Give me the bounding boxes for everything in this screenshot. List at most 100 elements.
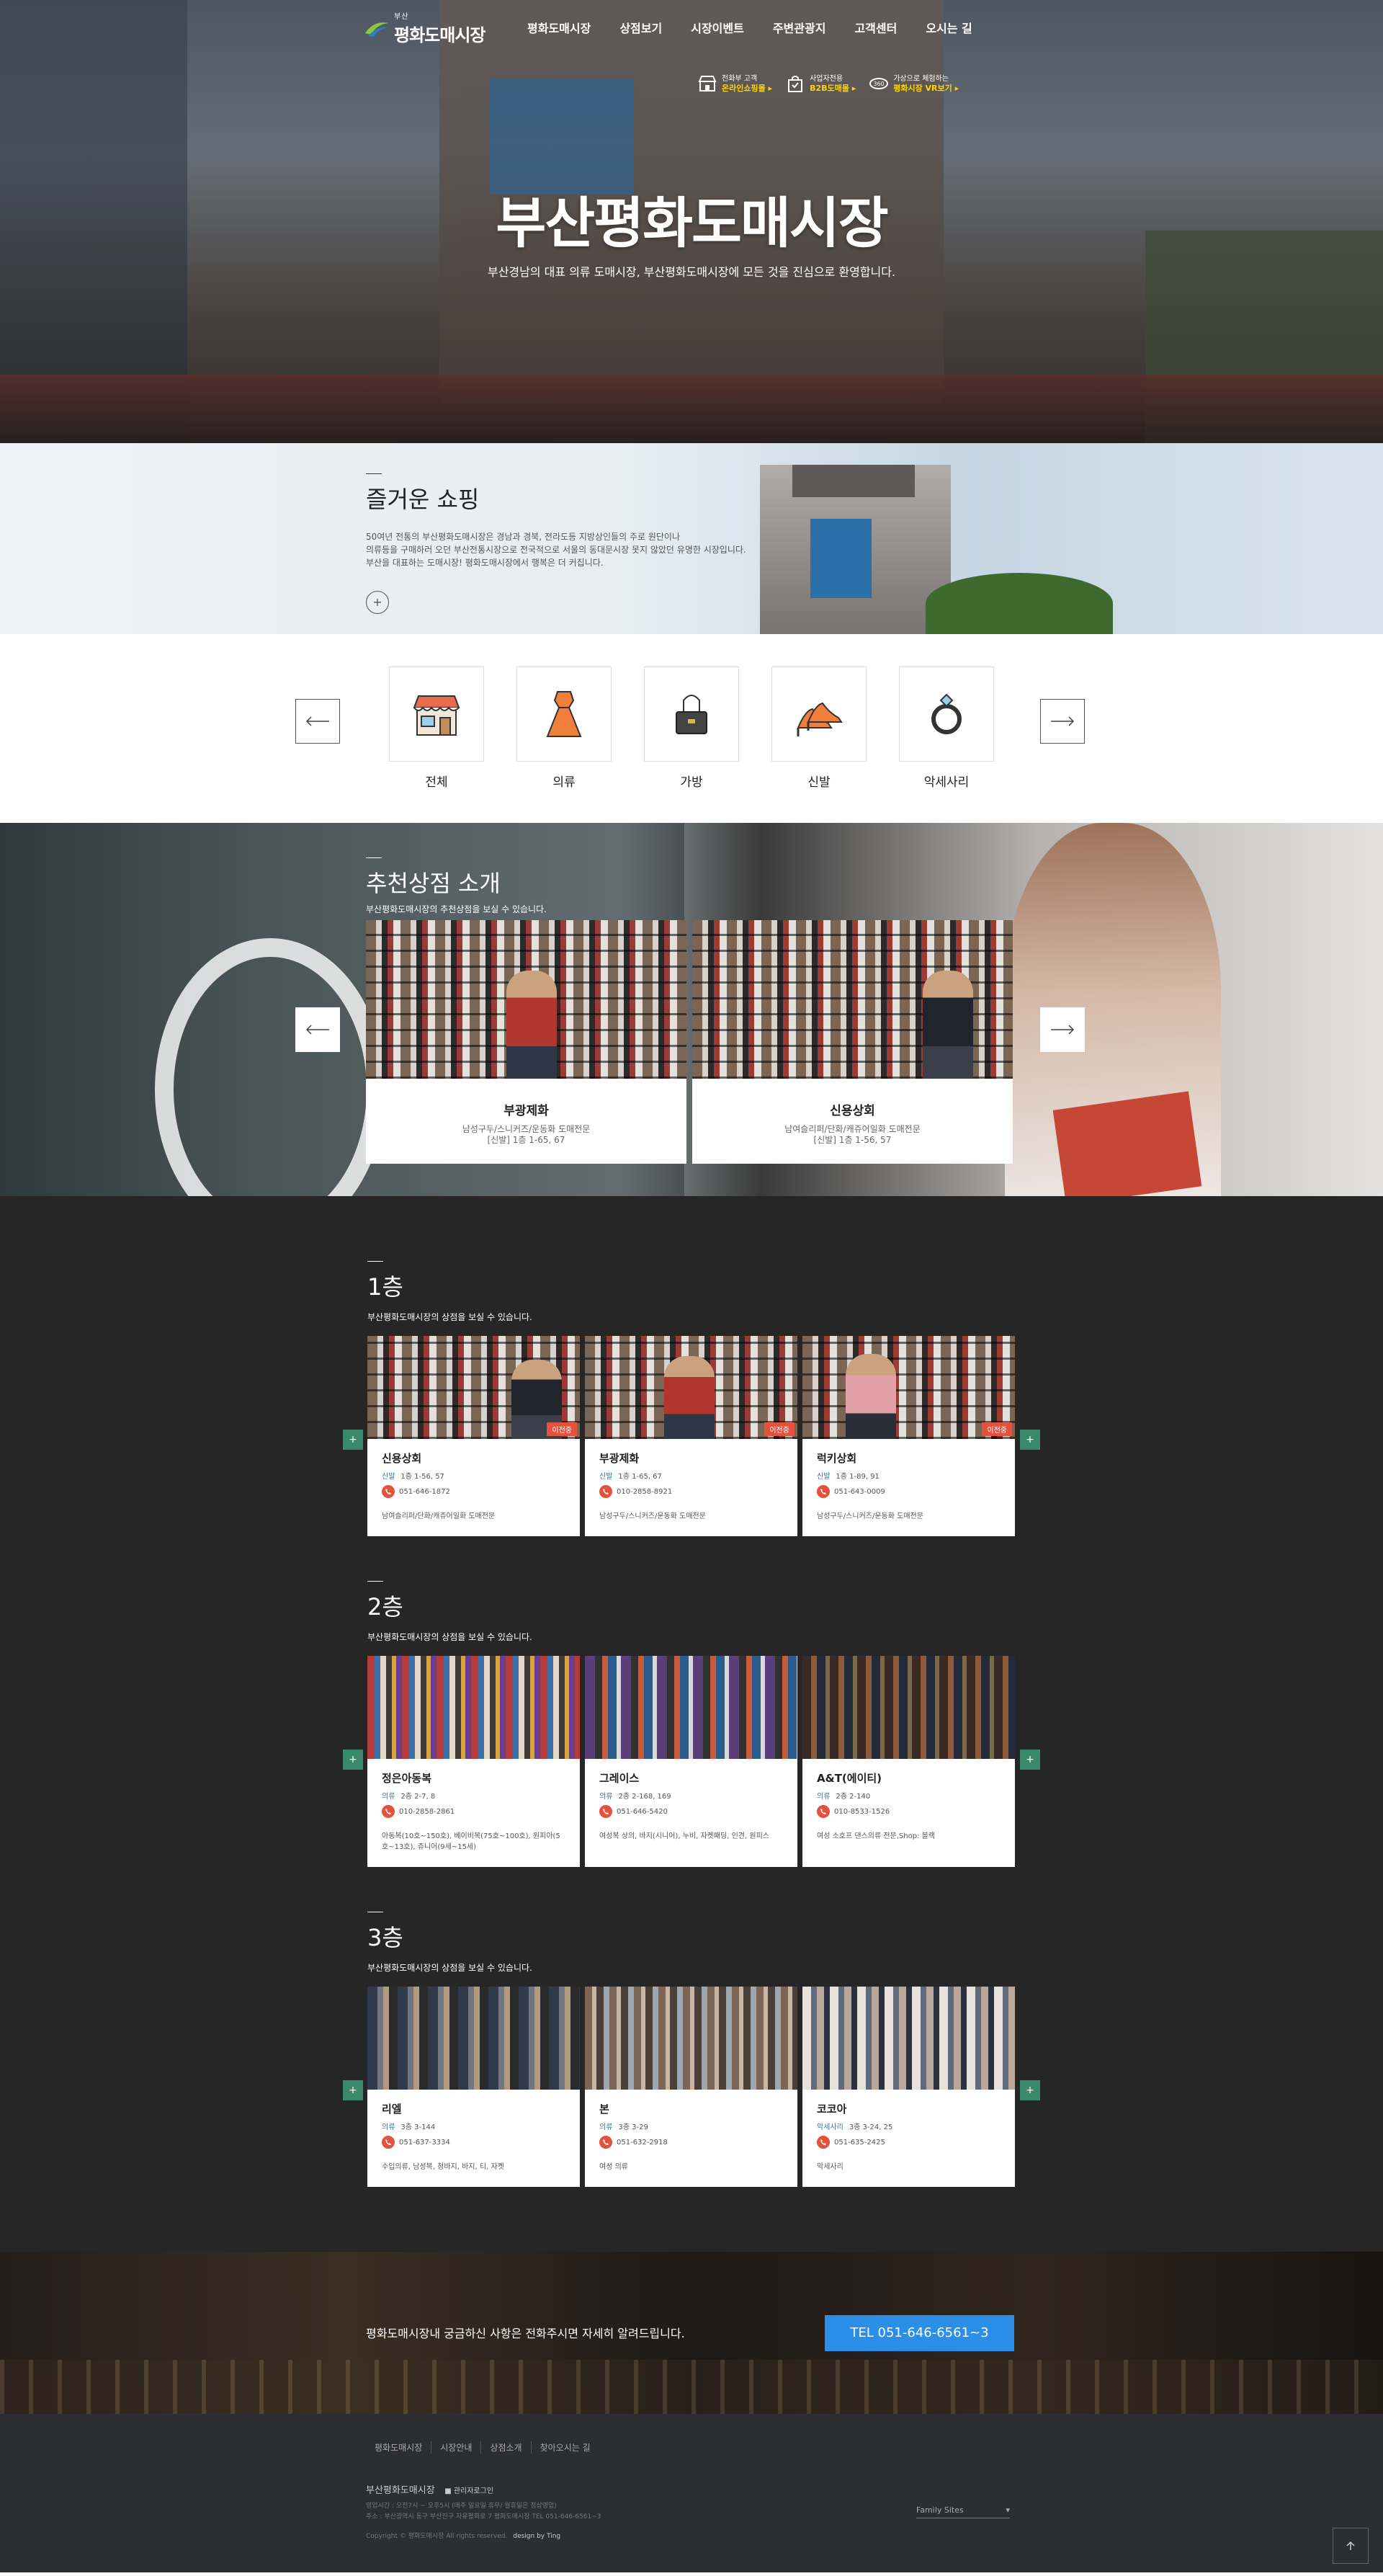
- phone-icon: [382, 1485, 395, 1498]
- quick-b2b-mall[interactable]: 사업자전용 B2B도매몰 ▸: [785, 73, 856, 94]
- category-clothing-box: [516, 667, 612, 762]
- shop-card[interactable]: A&T(에이티) 의류 2층 2-140 010-8533-1526 여성 소호프…: [802, 1656, 1015, 1867]
- status-badge: 이전중: [764, 1422, 795, 1436]
- quick-links: 전화부 고객 온라인쇼핑몰 ▸ 사업자전용 B2B도매몰 ▸ 360 가상으로 체험…: [697, 73, 959, 94]
- admin-login-link[interactable]: ■ 관리자로그인: [444, 2487, 493, 2495]
- shopping-trees: [926, 573, 1113, 634]
- nav-support[interactable]: 고객센터: [854, 19, 897, 36]
- shopping-more-button[interactable]: +: [366, 591, 389, 614]
- shop-category: 의류: [817, 1793, 831, 1801]
- shopping-section: 즐거운 쇼핑 50여년 전통의 부산평화도매시장은 경남과 경북, 전라도등 지…: [0, 443, 1383, 634]
- reco-card[interactable]: 신용상회 남여슬리퍼/단화/캐쥬어일화 도매전문 [신발] 1층 1-56, 5…: [692, 920, 1013, 1164]
- shop-tel[interactable]: 051-646-1872: [382, 1485, 565, 1498]
- shop-tel-number: 051-635-2425: [834, 2138, 885, 2147]
- shop-photo: [367, 1987, 580, 2090]
- shop-photo: [367, 1656, 580, 1759]
- floor-prev-button[interactable]: +: [343, 1750, 363, 1770]
- heels-icon: [797, 702, 843, 736]
- logo-text: 부산 평화도매시장: [394, 10, 485, 46]
- shop-tel[interactable]: 051-637-3334: [382, 2136, 565, 2149]
- shop-photo: [692, 920, 1013, 1079]
- category-prev-button[interactable]: [295, 699, 340, 744]
- category-bags[interactable]: 가방: [644, 667, 739, 790]
- shop-tel[interactable]: 051-643-0009: [817, 1485, 1001, 1498]
- nav-directions[interactable]: 오시는 길: [926, 19, 972, 36]
- shop-tel[interactable]: 051-646-5420: [599, 1805, 783, 1818]
- reco-card-location: [신발] 1층 1-56, 57: [813, 1135, 892, 1145]
- shop-card[interactable]: 리엘 의류 3층 3-144 051-637-3334 수입의류, 남성복, 청바…: [367, 1987, 580, 2187]
- shop-tel[interactable]: 051-635-2425: [817, 2136, 1001, 2149]
- footer-link-directions[interactable]: 찾아오시는 길: [530, 2441, 599, 2454]
- reco-prev-button[interactable]: [295, 1007, 340, 1052]
- floor-prev-button[interactable]: +: [343, 1430, 363, 1450]
- shop-owner-figure: [506, 971, 557, 1079]
- ring-icon: [931, 693, 962, 734]
- shop-card[interactable]: 코코아 악세사리 3층 3-24, 25 051-635-2425 악세사리: [802, 1987, 1015, 2187]
- shop-location: 2층 2-168, 169: [618, 1793, 671, 1801]
- footer-info: 부산평화도매시장 ■ 관리자로그인 영업시간 : 오전7시 ~ 오후5시 (매주…: [366, 2482, 601, 2540]
- category-all[interactable]: 전체: [389, 667, 484, 790]
- floor-next-button[interactable]: +: [1020, 2080, 1040, 2100]
- footer-link-shops[interactable]: 상점소개: [480, 2441, 530, 2454]
- nav-shops[interactable]: 상점보기: [619, 19, 662, 36]
- shopping-desc-1: 50여년 전통의 부산평화도매시장은 경남과 경북, 전라도등 지방상인들의 주…: [366, 532, 681, 542]
- status-badge: 이전중: [982, 1422, 1012, 1436]
- floor-next-button[interactable]: +: [1020, 1750, 1040, 1770]
- quick-vr[interactable]: 360 가상으로 체험하는 평화시장 VR보기 ▸: [869, 73, 959, 94]
- shop-tel[interactable]: 010-2858-2861: [382, 1805, 565, 1818]
- category-section: 전체 의류 가방 신발 악세사리: [0, 634, 1383, 823]
- shop-card[interactable]: 본 의류 3층 3-29 051-632-2918 여성 의류: [585, 1987, 797, 2187]
- store-icon: [413, 695, 460, 736]
- shop-tel[interactable]: 010-8533-1526: [817, 1805, 1001, 1818]
- footer-link-guide[interactable]: 시장안내: [431, 2441, 480, 2454]
- reco-card[interactable]: 부광제화 남성구두/스니커즈/운동화 도매전문 [신발] 1층 1-65, 67: [366, 920, 686, 1164]
- category-accessories[interactable]: 악세사리: [899, 667, 994, 790]
- nav-market[interactable]: 평화도매시장: [527, 19, 591, 36]
- family-sites-label: Family Sites: [916, 2505, 964, 2515]
- quick-1-line2: 온라인쇼핑몰 ▸: [722, 83, 773, 93]
- shop-location: 2층 2-7, 8: [400, 1793, 436, 1801]
- shop-location: 1층 1-89, 91: [836, 1473, 880, 1481]
- floor-prev-button[interactable]: +: [343, 2080, 363, 2100]
- category-all-label: 전체: [425, 775, 448, 790]
- category-shoes[interactable]: 신발: [771, 667, 867, 790]
- shop-tel[interactable]: 051-632-2918: [599, 2136, 783, 2149]
- shop-tel-number: 051-632-2918: [617, 2138, 668, 2147]
- shop-card[interactable]: 이전중 부광제화 신발 1층 1-65, 67 010-2858-8921 남성구…: [585, 1336, 797, 1536]
- category-shoes-label: 신발: [807, 775, 831, 790]
- shop-owner-figure: [664, 1356, 715, 1439]
- quick-3-line1: 가상으로 체험하는: [893, 74, 949, 83]
- scroll-top-button[interactable]: [1333, 2528, 1369, 2564]
- section-divider: [366, 473, 382, 474]
- shop-tel-number: 010-2858-2861: [399, 1807, 455, 1816]
- shop-meta: 의류 3층 3-144: [382, 2121, 565, 2131]
- shop-card[interactable]: 그레이스 의류 2층 2-168, 169 051-646-5420 여성복 상의…: [585, 1656, 797, 1867]
- reco-card-name: 부광제화: [503, 1104, 549, 1118]
- shop-card[interactable]: 이전중 신용상회 신발 1층 1-56, 57 051-646-1872 남여슬리…: [367, 1336, 580, 1536]
- family-sites-select[interactable]: Family Sites ▾: [916, 2505, 1010, 2518]
- footer-link-market[interactable]: 평화도매시장: [366, 2441, 431, 2454]
- category-shoes-box: [771, 667, 867, 762]
- quick-online-mall[interactable]: 전화부 고객 온라인쇼핑몰 ▸: [697, 73, 772, 94]
- category-next-button[interactable]: [1040, 699, 1085, 744]
- shop-tel-number: 010-2858-8921: [617, 1487, 673, 1496]
- shop-note: 악세사리: [817, 2163, 843, 2171]
- logo-main: 평화도매시장: [394, 25, 485, 45]
- section-divider: [367, 1581, 383, 1582]
- shop-card[interactable]: 정은아동복 의류 2층 2-7, 8 010-2858-2861 아동복(10호~…: [367, 1656, 580, 1867]
- floor-next-button[interactable]: +: [1020, 1430, 1040, 1450]
- shop-tel[interactable]: 010-2858-8921: [599, 1485, 783, 1498]
- phone-icon: [599, 1485, 612, 1498]
- reco-next-button[interactable]: [1040, 1007, 1085, 1052]
- shop-photo: [802, 1656, 1015, 1759]
- phone-icon: [382, 2136, 395, 2149]
- call-button[interactable]: TEL 051-646-6561~3: [825, 2315, 1014, 2351]
- shop-photo: [585, 1987, 797, 2090]
- shop-card-body: 코코아 악세사리 3층 3-24, 25 051-635-2425 악세사리: [802, 2090, 1015, 2187]
- site-logo[interactable]: 부산 평화도매시장: [364, 10, 485, 46]
- shop-name: 부광제화: [599, 1452, 640, 1465]
- nav-events[interactable]: 시장이벤트: [691, 19, 744, 36]
- nav-tourism[interactable]: 주변관광지: [773, 19, 826, 36]
- category-clothing[interactable]: 의류: [516, 667, 612, 790]
- shop-card[interactable]: 이전중 럭키상회 신발 1층 1-89, 91 051-643-0009 남성구두…: [802, 1336, 1015, 1536]
